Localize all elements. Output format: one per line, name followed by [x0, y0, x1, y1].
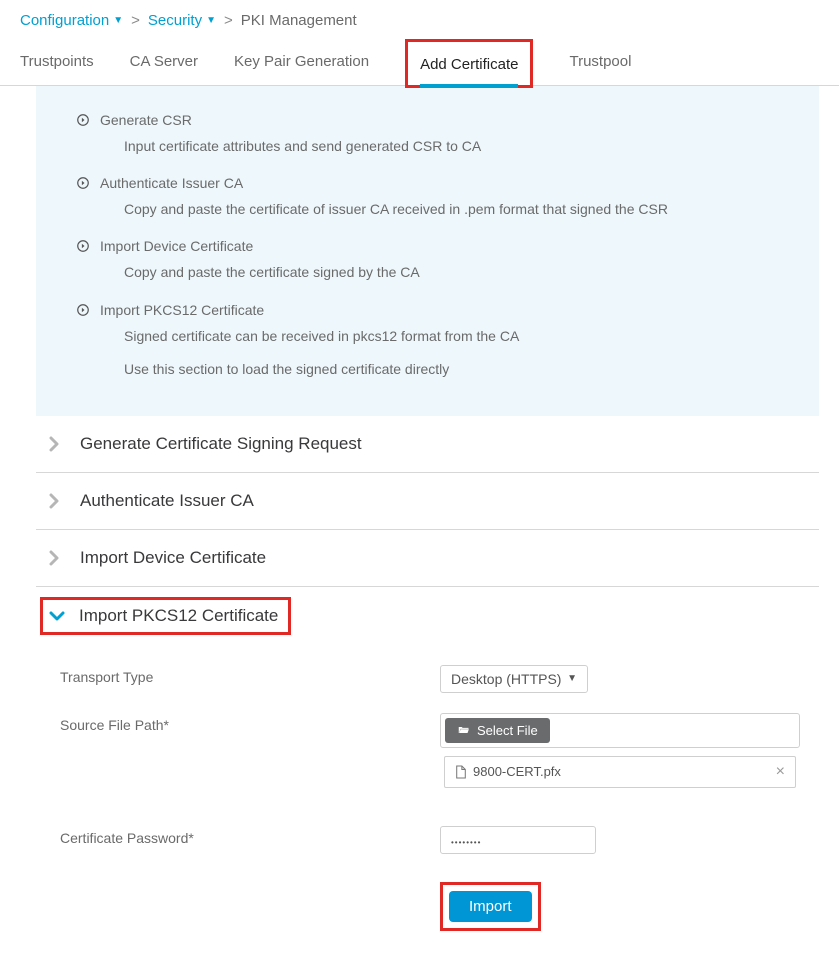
tab-trustpoints[interactable]: Trustpoints	[20, 39, 94, 85]
info-title: Authenticate Issuer CA	[100, 175, 243, 191]
breadcrumb-current: PKI Management	[241, 12, 357, 29]
row-transport-type: Transport Type Desktop (HTTPS) ▼	[36, 655, 819, 703]
info-title: Generate CSR	[100, 112, 192, 128]
row-import: Import	[36, 864, 819, 941]
section-import-pkcs12: Import PKCS12 Certificate Transport Type…	[36, 587, 819, 971]
transport-type-select[interactable]: Desktop (HTTPS) ▼	[440, 665, 588, 693]
section-generate-csr: Generate Certificate Signing Request	[36, 416, 819, 473]
info-desc: Input certificate attributes and send ge…	[76, 132, 803, 165]
arrow-right-circle-icon	[76, 303, 90, 317]
section-header[interactable]: Generate Certificate Signing Request	[36, 416, 819, 472]
folder-open-icon	[457, 724, 471, 736]
tab-trustpool[interactable]: Trustpool	[569, 39, 631, 85]
breadcrumb-security[interactable]: Security ▼	[148, 12, 216, 29]
info-title: Import Device Certificate	[100, 238, 253, 254]
section-title: Generate Certificate Signing Request	[80, 434, 362, 454]
info-panel: Generate CSR Input certificate attribute…	[36, 86, 819, 416]
info-title: Import PKCS12 Certificate	[100, 302, 264, 318]
breadcrumb-configuration[interactable]: Configuration ▼	[20, 12, 123, 29]
select-file-button[interactable]: Select File	[445, 718, 550, 743]
arrow-right-circle-icon	[76, 176, 90, 190]
row-source-file-path: Source File Path* Select File	[36, 703, 819, 798]
breadcrumb-separator: >	[224, 12, 233, 29]
file-name: 9800-CERT.pfx	[473, 764, 561, 779]
info-desc: Signed certificate can be received in pk…	[76, 322, 803, 355]
breadcrumb-label: Configuration	[20, 12, 109, 29]
section-title: Import PKCS12 Certificate	[79, 606, 278, 626]
import-button[interactable]: Import	[449, 891, 532, 922]
breadcrumb: Configuration ▼ > Security ▼ > PKI Manag…	[0, 0, 839, 39]
password-value: ••••••••	[451, 838, 481, 847]
breadcrumb-label: Security	[148, 12, 202, 29]
highlight-box: Import	[440, 882, 541, 931]
caret-down-icon: ▼	[206, 15, 216, 26]
info-item-import-pkcs12: Import PKCS12 Certificate Signed certifi…	[76, 298, 803, 388]
spacer	[60, 882, 440, 886]
accordion: Generate Certificate Signing Request Aut…	[36, 416, 819, 971]
remove-file-button[interactable]: ×	[776, 763, 785, 781]
highlight-box: Add Certificate	[405, 39, 533, 88]
info-desc: Copy and paste the certificate of issuer…	[76, 195, 803, 228]
caret-down-icon: ▼	[113, 15, 123, 26]
section-import-device-certificate: Import Device Certificate	[36, 530, 819, 587]
tab-key-pair-generation[interactable]: Key Pair Generation	[234, 39, 369, 85]
section-header[interactable]: Authenticate Issuer CA	[36, 473, 819, 529]
certificate-password-input[interactable]: ••••••••	[440, 826, 596, 854]
info-item-authenticate-issuer-ca: Authenticate Issuer CA Copy and paste th…	[76, 171, 803, 228]
arrow-right-circle-icon	[76, 113, 90, 127]
chevron-right-icon	[46, 493, 62, 509]
tab-bar: Trustpoints CA Server Key Pair Generatio…	[0, 39, 839, 86]
tab-ca-server[interactable]: CA Server	[130, 39, 198, 85]
label-source-file-path: Source File Path*	[60, 713, 440, 733]
section-header[interactable]: Import PKCS12 Certificate	[36, 587, 819, 645]
chevron-down-icon	[49, 608, 65, 624]
info-item-generate-csr: Generate CSR Input certificate attribute…	[76, 108, 803, 165]
section-header[interactable]: Import Device Certificate	[36, 530, 819, 586]
caret-down-icon: ▼	[567, 673, 577, 684]
select-value: Desktop (HTTPS)	[451, 671, 561, 687]
info-desc: Use this section to load the signed cert…	[76, 355, 803, 388]
highlight-box: Import PKCS12 Certificate	[40, 597, 291, 635]
info-desc: Copy and paste the certificate signed by…	[76, 258, 803, 291]
label-transport-type: Transport Type	[60, 665, 440, 685]
breadcrumb-separator: >	[131, 12, 140, 29]
info-item-import-device-certificate: Import Device Certificate Copy and paste…	[76, 234, 803, 291]
arrow-right-circle-icon	[76, 239, 90, 253]
file-input-container: Select File	[440, 713, 800, 748]
selected-file-chip: 9800-CERT.pfx ×	[444, 756, 796, 788]
chevron-right-icon	[46, 436, 62, 452]
file-icon	[455, 765, 467, 779]
section-title: Authenticate Issuer CA	[80, 491, 254, 511]
select-file-label: Select File	[477, 723, 538, 738]
section-body: Transport Type Desktop (HTTPS) ▼ Source …	[36, 645, 819, 971]
tab-add-certificate[interactable]: Add Certificate	[420, 42, 518, 85]
row-certificate-password: Certificate Password* ••••••••	[36, 798, 819, 864]
section-authenticate-issuer-ca: Authenticate Issuer CA	[36, 473, 819, 530]
label-certificate-password: Certificate Password*	[60, 826, 440, 846]
chevron-right-icon	[46, 550, 62, 566]
section-title: Import Device Certificate	[80, 548, 266, 568]
